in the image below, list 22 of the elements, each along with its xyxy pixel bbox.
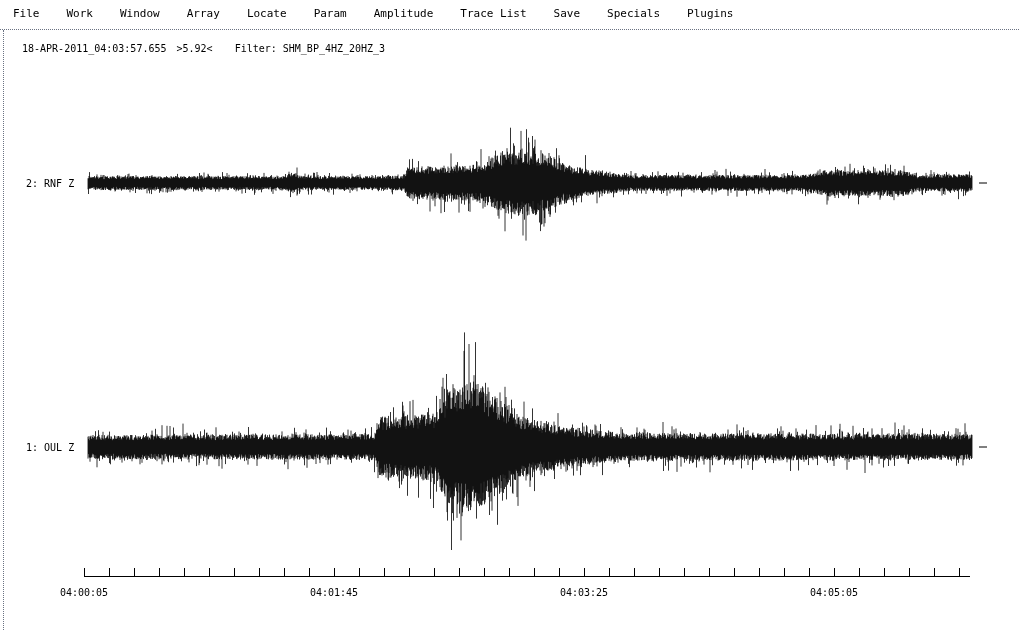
menu-item[interactable]: File [13, 6, 40, 23]
value-text: >5.92< [176, 42, 213, 56]
menu-item[interactable]: Plugins [687, 6, 734, 23]
axis-label: 04:00:05 [59, 587, 109, 598]
menu-item[interactable]: Window [120, 6, 160, 23]
trace-label: 2: RNF Z [26, 178, 75, 189]
timestamp-text: 18-APR-2011_04:03:57.655 [22, 42, 167, 57]
filter-text: Filter: SHM_BP_4HZ_20HZ_3 [234, 42, 386, 57]
axis-label: 04:01:45 [309, 587, 359, 598]
menu-item[interactable]: Param [313, 6, 347, 23]
menu-item[interactable]: Locate [246, 6, 287, 23]
menu-item[interactable]: Save [553, 6, 581, 23]
trace-label: 1: OUL Z [26, 442, 75, 453]
menu-item[interactable]: Specials [607, 6, 661, 23]
axis-label: 04:03:25 [559, 587, 609, 598]
baseline-marker [978, 446, 988, 448]
menu-item[interactable]: Trace List [460, 6, 527, 23]
menu-item[interactable]: Amplitude [373, 6, 434, 23]
menu-item[interactable]: Array [186, 6, 220, 23]
baseline-marker [978, 182, 988, 184]
axis-label: 04:05:05 [809, 587, 859, 598]
menu-item[interactable]: Work [66, 6, 93, 23]
